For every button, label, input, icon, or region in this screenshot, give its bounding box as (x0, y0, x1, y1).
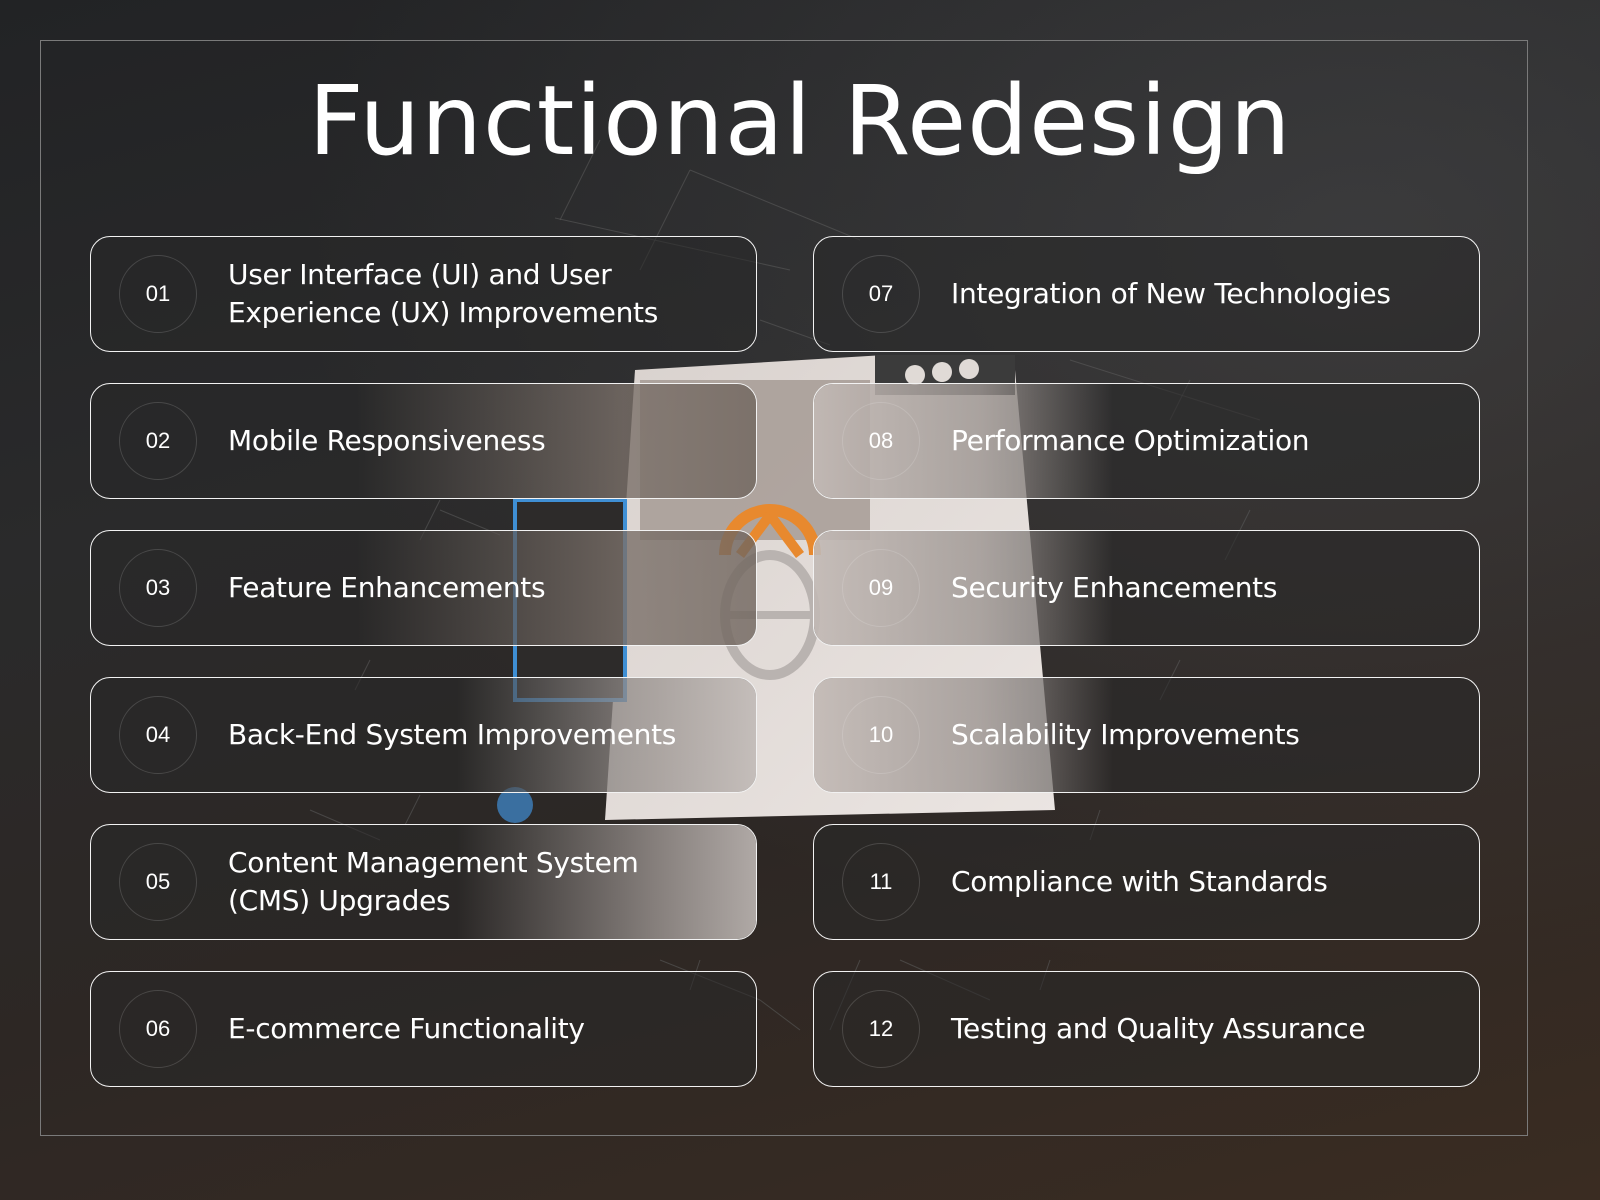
item-number-badge: 09 (842, 549, 920, 627)
item-number-badge: 08 (842, 402, 920, 480)
list-item: 09 Security Enhancements (813, 530, 1480, 646)
list-item: 07 Integration of New Technologies (813, 236, 1480, 352)
list-item: 12 Testing and Quality Assurance (813, 971, 1480, 1087)
page-title: Functional Redesign (308, 65, 1292, 177)
list-item: 02 Mobile Responsiveness (90, 383, 757, 499)
item-label: Mobile Responsiveness (228, 424, 546, 457)
list-item: 01 User Interface (UI) and User Experien… (90, 236, 757, 352)
item-number-badge: 06 (119, 990, 197, 1068)
list-item: 05 Content Management System (CMS) Upgra… (90, 824, 757, 940)
item-label: Integration of New Technologies (951, 277, 1391, 310)
item-label: Testing and Quality Assurance (951, 1012, 1366, 1045)
list-item: 06 E-commerce Functionality (90, 971, 757, 1087)
item-label: Back-End System Improvements (228, 718, 677, 751)
item-label: Security Enhancements (951, 571, 1278, 604)
item-number-badge: 05 (119, 843, 197, 921)
item-number-badge: 01 (119, 255, 197, 333)
list-item: 10 Scalability Improvements (813, 677, 1480, 793)
item-number-badge: 12 (842, 990, 920, 1068)
item-label: Performance Optimization (951, 424, 1310, 457)
list-item: 04 Back-End System Improvements (90, 677, 757, 793)
item-number-badge: 03 (119, 549, 197, 627)
list-item: 08 Performance Optimization (813, 383, 1480, 499)
item-label: E-commerce Functionality (228, 1012, 585, 1045)
item-number-badge: 10 (842, 696, 920, 774)
item-number-badge: 07 (842, 255, 920, 333)
list-item: 11 Compliance with Standards (813, 824, 1480, 940)
item-label: User Interface (UI) and User Experience … (228, 258, 659, 329)
item-label: Content Management System (CMS) Upgrades (228, 846, 639, 917)
list-item: 03 Feature Enhancements (90, 530, 757, 646)
item-label: Compliance with Standards (951, 865, 1328, 898)
item-number-badge: 02 (119, 402, 197, 480)
item-number-badge: 04 (119, 696, 197, 774)
item-number-badge: 11 (842, 843, 920, 921)
item-label: Scalability Improvements (951, 718, 1300, 751)
item-label: Feature Enhancements (228, 571, 546, 604)
